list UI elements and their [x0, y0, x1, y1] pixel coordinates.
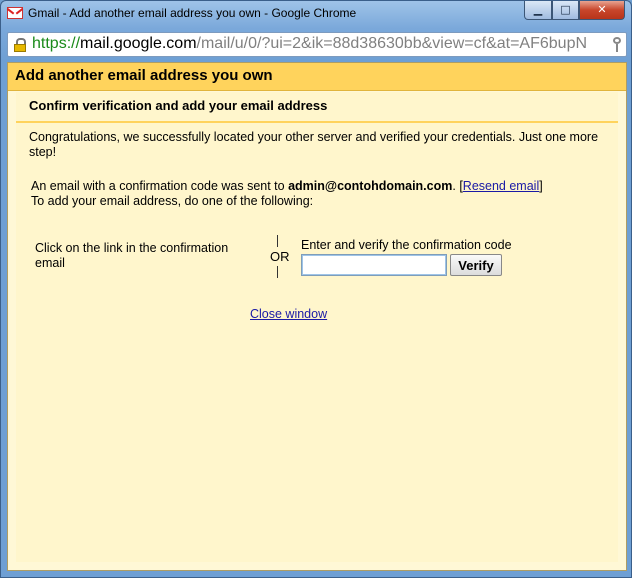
confirmation-sent-message: An email with a confirmation code was se… — [31, 179, 606, 194]
or-divider-top — [277, 235, 278, 247]
minimize-button[interactable]: ▁ — [524, 1, 552, 20]
or-divider-bottom — [277, 266, 278, 278]
resend-email-link[interactable]: Resend email — [463, 179, 539, 193]
or-label: OR — [270, 249, 290, 264]
gmail-icon — [7, 7, 23, 19]
url-host: mail.google.com — [80, 35, 197, 52]
dialog-content: Add another email address you own Confir… — [7, 62, 627, 571]
option-enter-code: Enter and verify the confirmation code — [301, 238, 512, 252]
lock-icon — [14, 38, 26, 52]
window-title: Gmail - Add another email address you ow… — [28, 6, 357, 20]
option-click-link: Click on the link in the confirmation em… — [35, 241, 229, 270]
sent-prefix: An email with a confirmation code was se… — [31, 179, 289, 193]
dialog-title: Add another email address you own — [15, 67, 273, 84]
key-icon[interactable] — [612, 37, 622, 52]
title-bar[interactable]: Gmail - Add another email address you ow… — [1, 1, 631, 29]
maximize-button[interactable]: □ — [552, 1, 579, 20]
confirmation-code-input[interactable] — [301, 254, 447, 276]
dialog-subtitle: Confirm verification and add your email … — [29, 98, 328, 113]
dialog-header: Add another email address you own — [8, 63, 626, 91]
url-scheme: https:// — [32, 35, 81, 52]
email-address: admin@contohdomain.com — [288, 179, 453, 193]
congrats-message: Congratulations, we successfully located… — [29, 130, 599, 159]
verify-button[interactable]: Verify — [450, 254, 502, 276]
resend-bracket-close: ] — [539, 179, 543, 193]
url-path: /mail/u/0/?ui=2&ik=88d38630bb&view=cf&at… — [196, 35, 588, 52]
instructions: To add your email address, do one of the… — [31, 194, 314, 208]
close-window-link[interactable]: Close window — [250, 307, 327, 321]
url-text[interactable]: https://mail.google.com/mail/u/0/?ui=2&i… — [32, 35, 606, 53]
address-bar[interactable]: https://mail.google.com/mail/u/0/?ui=2&i… — [7, 32, 627, 57]
dialog-body: Confirm verification and add your email … — [16, 92, 618, 562]
divider — [16, 121, 618, 123]
close-window-button[interactable]: ✕ — [579, 1, 625, 20]
browser-window: Gmail - Add another email address you ow… — [0, 0, 632, 578]
